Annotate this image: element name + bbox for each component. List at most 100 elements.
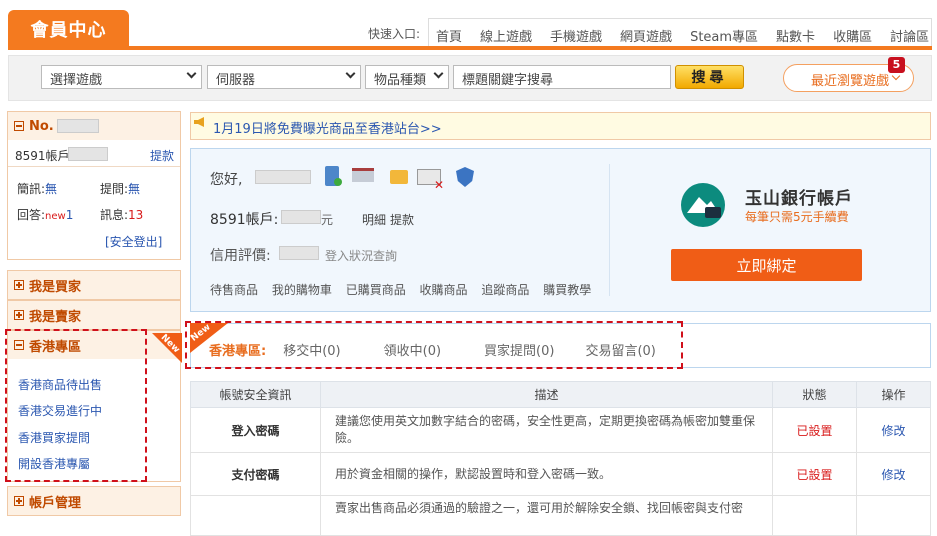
seller-panel[interactable]: 我是賣家 [7,300,181,330]
row-name [190,495,321,536]
nav-home[interactable]: 首頁 [436,26,462,45]
col-operation: 操作 [856,381,931,408]
balance-unit: 元 [321,213,334,227]
buyer-panel[interactable]: 我是買家 [7,270,181,300]
nav-purchase[interactable]: 收購區 [833,26,872,45]
credit-card-icon[interactable] [390,170,408,184]
greeting: 您好, [210,172,243,188]
account-manage-header[interactable]: 帳戶管理 [8,487,180,515]
card-divider [609,164,610,296]
reply-label: 回答: [17,208,46,222]
account-no-label: No. [29,118,54,134]
reply-stat: 回答:new1 [17,206,73,223]
link-acquisitions[interactable]: 收購商品 [420,283,468,297]
nav-steam[interactable]: Steam專區 [690,26,758,45]
id-card-icon[interactable] [352,168,374,182]
collapse-icon [14,121,24,131]
row-modify-link[interactable]: 修改 [856,452,931,496]
buyer-header[interactable]: 我是買家 [8,271,180,299]
server-select-value: 伺服器 [216,73,256,88]
link-buy-tutorial[interactable]: 購買教學 [543,283,591,297]
game-select[interactable]: 選擇遊戲 [41,65,202,89]
buyer-label: 我是買家 [29,279,82,295]
row-name: 支付密碼 [190,452,321,496]
sidebar-withdraw-link[interactable]: 提款 [150,147,174,164]
link-shopping-cart[interactable]: 我的購物車 [272,283,332,297]
brief-value[interactable]: 無 [45,182,57,196]
balance-label: 8591帳戶: [210,212,279,228]
top-nav: 首頁 線上遊戲 手機遊戲 網頁遊戲 Steam專區 點數卡 收購區 討論區 [436,26,929,45]
sidebar-account-mask [68,147,108,161]
nav-web-games[interactable]: 網頁遊戲 [620,26,672,45]
message-value[interactable]: 13 [128,208,143,222]
chevron-down-icon [186,68,197,79]
question-stat: 提問:無 [100,180,140,197]
logout-link[interactable]: [安全登出] [105,233,162,250]
link-tracked[interactable]: 追蹤商品 [481,283,529,297]
message-stat: 訊息:13 [100,206,143,223]
question-value[interactable]: 無 [128,182,140,196]
nav-mobile-games[interactable]: 手機遊戲 [550,26,602,45]
member-center-tab[interactable]: 會員中心 [8,10,129,48]
credit-label: 信用評價: [210,248,271,264]
table-header-row: 帳號安全資訊 描述 狀態 操作 [190,381,931,408]
notice-bar[interactable]: 1月19日將免費曝光商品至香港站台>> [190,112,931,140]
brief-label: 簡訊: [17,182,46,196]
col-description: 描述 [320,381,773,408]
link-items-for-sale[interactable]: 待售商品 [210,283,258,297]
bank-name: 玉山銀行帳戶 [745,189,853,209]
row-status: 已設置 [772,452,857,496]
reply-new-tag: new [45,211,66,222]
chevron-down-icon [345,68,356,79]
item-type-select[interactable]: 物品種類 [365,65,449,89]
bank-fee: 每筆只需5元手續費 [745,210,849,224]
col-security-info: 帳號安全資訊 [190,381,321,408]
message-label: 訊息: [100,208,129,222]
nav-online-games[interactable]: 線上遊戲 [480,26,532,45]
row-status: 已設置 [772,407,857,453]
expand-icon [14,496,24,506]
row-desc: 用於資金相關的操作，默認設置時和登入密碼一致。 [320,452,773,496]
game-select-value: 選擇遊戲 [50,73,103,88]
security-table: 帳號安全資訊 描述 狀態 操作 登入密碼 建議您使用英文加數字結合的密碼，安全性… [190,381,931,536]
reply-value[interactable]: 1 [66,208,74,222]
recent-count-badge: 5 [888,57,905,73]
expand-icon [14,310,24,320]
login-status-link[interactable]: 登入狀況查詢 [325,247,397,264]
keyword-search-input[interactable]: 標題關鍵字搜尋 [453,65,671,89]
row-desc: 賣家出售商品必須通過的驗證之一，還可用於解除安全鎖、找回帳密與支付密 [320,495,773,536]
seller-label: 我是賣家 [29,309,82,325]
server-select[interactable]: 伺服器 [207,65,361,89]
nav-forum[interactable]: 討論區 [890,26,929,45]
withdraw-link[interactable]: 提款 [390,211,414,228]
balance-mask [281,210,321,224]
row-status [772,495,857,536]
username-mask [255,170,311,184]
row-desc: 建議您使用英文加數字結合的密碼，安全性更高，定期更換密碼為帳密加雙重保險。 [320,407,773,453]
credit-mask [279,246,319,260]
mountain-icon [687,197,721,218]
esun-bank-logo [681,183,725,227]
check-icon [334,178,342,186]
expand-icon [14,280,24,290]
bind-now-button[interactable]: 立即綁定 [671,249,862,281]
divider [8,166,180,167]
detail-link[interactable]: 明細 [362,211,386,228]
cross-icon: ✕ [434,178,445,192]
seller-header[interactable]: 我是賣家 [8,301,180,329]
table-row: 支付密碼 用於資金相關的操作，默認設置時和登入密碼一致。 已設置 修改 [190,452,931,496]
item-type-select-value: 物品種類 [374,73,427,88]
row-modify-link[interactable] [856,495,931,536]
table-row: 登入密碼 建議您使用英文加數字結合的密碼，安全性更高，定期更換密碼為帳密加雙重保… [190,407,931,453]
chevron-down-icon [433,68,444,79]
highlight-box-sidebar [5,329,147,482]
nav-point-cards[interactable]: 點數卡 [776,26,815,45]
col-status: 狀態 [772,381,857,408]
sidebar-account-label: 8591帳戶: [15,149,74,163]
account-no-header: No. [8,112,180,140]
link-purchased[interactable]: 已購買商品 [346,283,406,297]
account-manage-panel[interactable]: 帳戶管理 [7,486,181,516]
row-modify-link[interactable]: 修改 [856,407,931,453]
search-button[interactable]: 搜尋 [675,65,744,89]
row-name: 登入密碼 [190,407,321,453]
